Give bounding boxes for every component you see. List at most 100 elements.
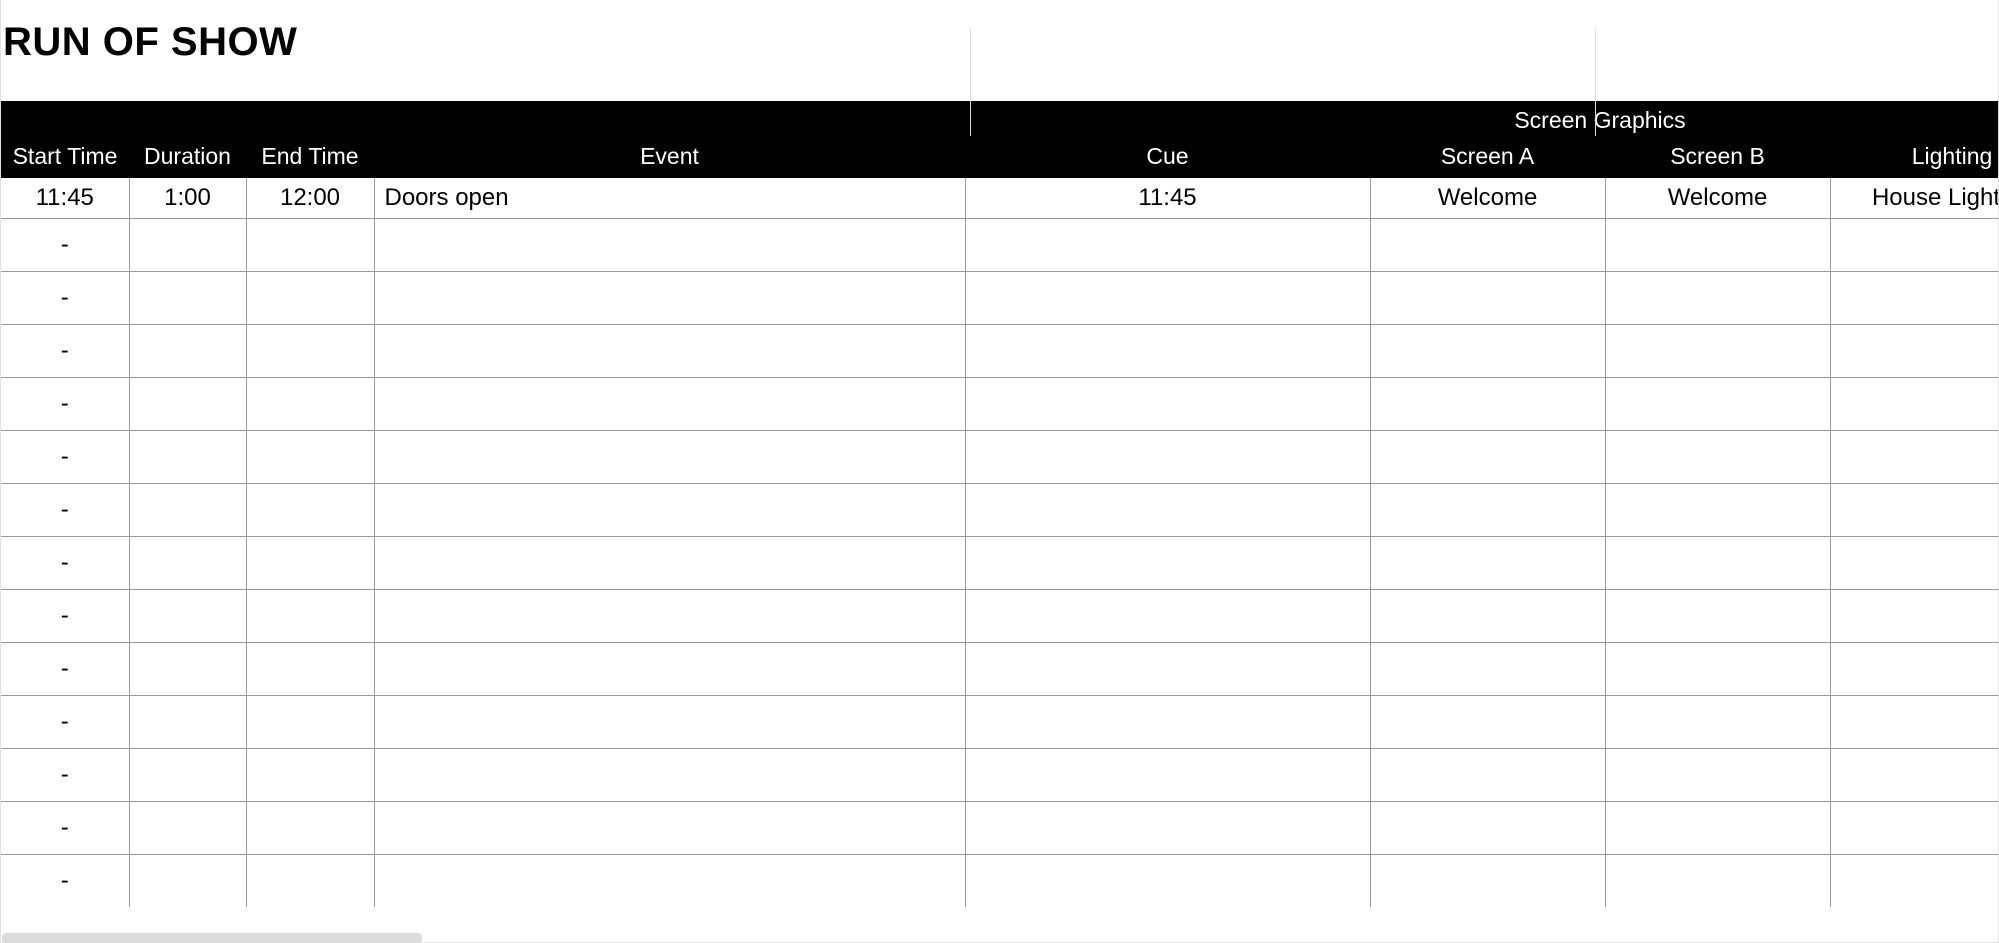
cell-screen-b[interactable] bbox=[1605, 271, 1830, 324]
col-header-screen-b[interactable]: Screen B bbox=[1605, 139, 1830, 178]
cell-screen-b[interactable] bbox=[1605, 218, 1830, 271]
col-header-event[interactable]: Event bbox=[374, 139, 965, 178]
cell-start-time[interactable]: - bbox=[1, 483, 129, 536]
cell-start-time[interactable]: - bbox=[1, 695, 129, 748]
cell-duration[interactable] bbox=[129, 218, 246, 271]
cell-event[interactable] bbox=[374, 854, 965, 907]
cell-screen-b[interactable] bbox=[1605, 324, 1830, 377]
cell-start-time[interactable]: - bbox=[1, 377, 129, 430]
cell-cue[interactable] bbox=[965, 748, 1370, 801]
cell-screen-b[interactable] bbox=[1605, 748, 1830, 801]
cell-screen-a[interactable] bbox=[1370, 642, 1605, 695]
col-header-screen-a[interactable]: Screen A bbox=[1370, 139, 1605, 178]
cell-screen-b[interactable] bbox=[1605, 430, 1830, 483]
cell-duration[interactable] bbox=[129, 271, 246, 324]
cell-screen-a[interactable] bbox=[1370, 589, 1605, 642]
cell-cue[interactable] bbox=[965, 695, 1370, 748]
cell-lighting[interactable] bbox=[1830, 324, 1999, 377]
cell-duration[interactable] bbox=[129, 377, 246, 430]
cell-start-time[interactable]: 11:45 bbox=[1, 178, 129, 218]
cell-start-time[interactable]: - bbox=[1, 324, 129, 377]
col-header-duration[interactable]: Duration bbox=[129, 139, 246, 178]
cell-screen-b[interactable] bbox=[1605, 695, 1830, 748]
cell-screen-b[interactable] bbox=[1605, 642, 1830, 695]
cell-cue[interactable] bbox=[965, 642, 1370, 695]
cell-end-time[interactable] bbox=[246, 430, 374, 483]
col-header-end-time[interactable]: End Time bbox=[246, 139, 374, 178]
cell-screen-b[interactable] bbox=[1605, 801, 1830, 854]
cell-event[interactable] bbox=[374, 536, 965, 589]
cell-duration[interactable] bbox=[129, 854, 246, 907]
cell-start-time[interactable]: - bbox=[1, 218, 129, 271]
cell-duration[interactable] bbox=[129, 324, 246, 377]
cell-end-time[interactable]: 12:00 bbox=[246, 178, 374, 218]
cell-end-time[interactable] bbox=[246, 218, 374, 271]
cell-end-time[interactable] bbox=[246, 271, 374, 324]
cell-screen-a[interactable] bbox=[1370, 377, 1605, 430]
cell-end-time[interactable] bbox=[246, 748, 374, 801]
cell-screen-a[interactable] bbox=[1370, 748, 1605, 801]
col-header-start-time[interactable]: Start Time bbox=[1, 139, 129, 178]
cell-start-time[interactable]: - bbox=[1, 854, 129, 907]
cell-screen-a[interactable] bbox=[1370, 271, 1605, 324]
cell-screen-a[interactable]: Welcome bbox=[1370, 178, 1605, 218]
cell-screen-b[interactable] bbox=[1605, 589, 1830, 642]
cell-cue[interactable] bbox=[965, 801, 1370, 854]
cell-screen-a[interactable] bbox=[1370, 854, 1605, 907]
cell-event[interactable] bbox=[374, 271, 965, 324]
cell-cue[interactable] bbox=[965, 854, 1370, 907]
cell-cue[interactable] bbox=[965, 589, 1370, 642]
cell-event[interactable] bbox=[374, 642, 965, 695]
cell-screen-a[interactable] bbox=[1370, 801, 1605, 854]
cell-screen-a[interactable] bbox=[1370, 430, 1605, 483]
cell-screen-b[interactable] bbox=[1605, 536, 1830, 589]
horizontal-scrollbar[interactable] bbox=[2, 933, 422, 943]
cell-end-time[interactable] bbox=[246, 324, 374, 377]
cell-start-time[interactable]: - bbox=[1, 271, 129, 324]
cell-duration[interactable] bbox=[129, 589, 246, 642]
cell-start-time[interactable]: - bbox=[1, 801, 129, 854]
cell-cue[interactable] bbox=[965, 430, 1370, 483]
cell-screen-a[interactable] bbox=[1370, 536, 1605, 589]
col-header-cue[interactable]: Cue bbox=[965, 139, 1370, 178]
cell-cue[interactable] bbox=[965, 536, 1370, 589]
cell-event[interactable] bbox=[374, 377, 965, 430]
cell-duration[interactable] bbox=[129, 748, 246, 801]
cell-event[interactable] bbox=[374, 695, 965, 748]
cell-screen-a[interactable] bbox=[1370, 218, 1605, 271]
col-header-lighting[interactable]: Lighting bbox=[1830, 139, 1999, 178]
cell-duration[interactable] bbox=[129, 801, 246, 854]
cell-event[interactable] bbox=[374, 748, 965, 801]
cell-lighting[interactable] bbox=[1830, 430, 1999, 483]
cell-duration[interactable] bbox=[129, 483, 246, 536]
cell-cue[interactable] bbox=[965, 483, 1370, 536]
cell-event[interactable] bbox=[374, 483, 965, 536]
cell-start-time[interactable]: - bbox=[1, 589, 129, 642]
cell-end-time[interactable] bbox=[246, 642, 374, 695]
cell-screen-b[interactable]: Welcome bbox=[1605, 178, 1830, 218]
spreadsheet-container[interactable]: RUN OF SHOW Screen Graphics Start Time D… bbox=[0, 0, 1999, 943]
cell-end-time[interactable] bbox=[246, 536, 374, 589]
cell-end-time[interactable] bbox=[246, 589, 374, 642]
cell-screen-a[interactable] bbox=[1370, 483, 1605, 536]
cell-screen-a[interactable] bbox=[1370, 324, 1605, 377]
cell-lighting[interactable] bbox=[1830, 642, 1999, 695]
cell-lighting[interactable] bbox=[1830, 801, 1999, 854]
cell-duration[interactable] bbox=[129, 642, 246, 695]
cell-start-time[interactable]: - bbox=[1, 536, 129, 589]
cell-end-time[interactable] bbox=[246, 801, 374, 854]
cell-end-time[interactable] bbox=[246, 854, 374, 907]
cell-duration[interactable]: 1:00 bbox=[129, 178, 246, 218]
cell-lighting[interactable] bbox=[1830, 695, 1999, 748]
cell-end-time[interactable] bbox=[246, 483, 374, 536]
cell-event[interactable] bbox=[374, 324, 965, 377]
cell-duration[interactable] bbox=[129, 695, 246, 748]
cell-cue[interactable] bbox=[965, 324, 1370, 377]
cell-end-time[interactable] bbox=[246, 377, 374, 430]
cell-start-time[interactable]: - bbox=[1, 748, 129, 801]
cell-screen-b[interactable] bbox=[1605, 377, 1830, 430]
cell-cue[interactable] bbox=[965, 218, 1370, 271]
cell-lighting[interactable] bbox=[1830, 218, 1999, 271]
cell-event[interactable] bbox=[374, 218, 965, 271]
cell-event[interactable]: Doors open bbox=[374, 178, 965, 218]
